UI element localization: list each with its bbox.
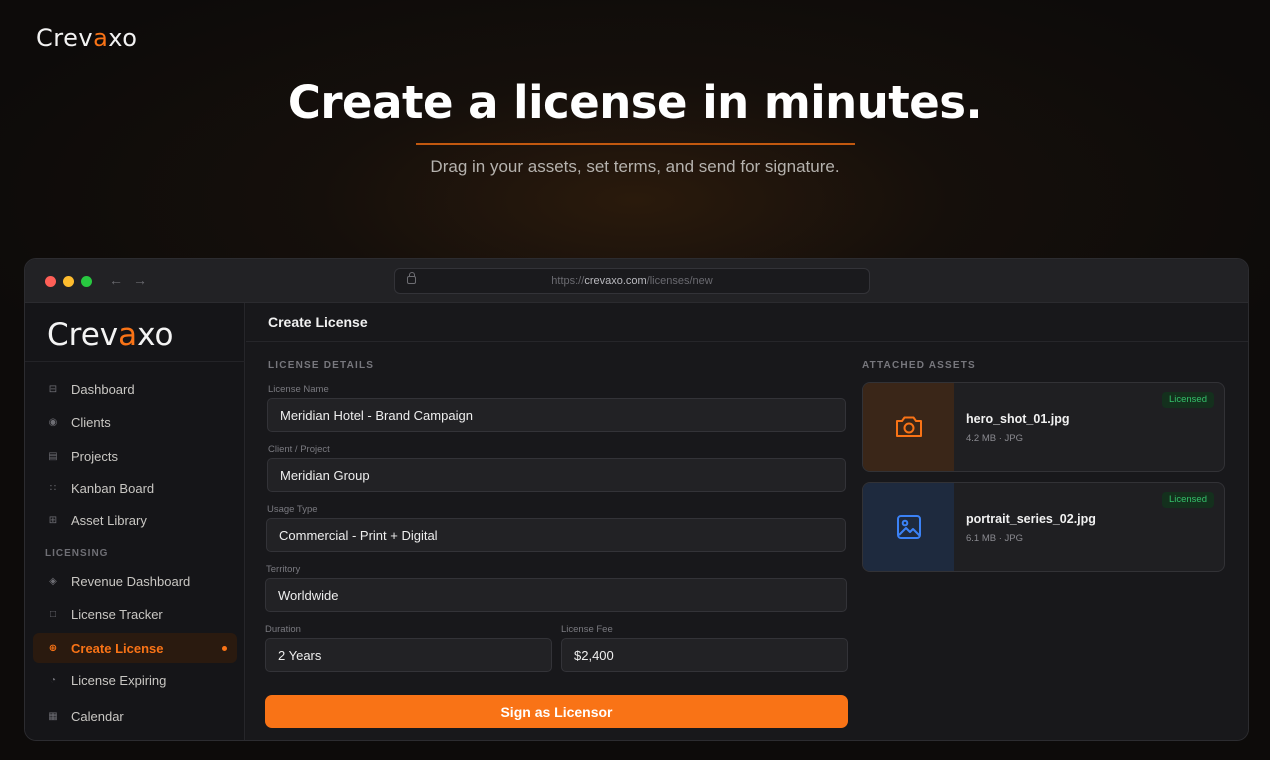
client-project-field[interactable]: Meridian Group (267, 458, 846, 492)
sidebar: Crevaxo ⊟ Dashboard ◉ Clients ▤ Projects… (25, 303, 245, 740)
main-content: Create License LICENSE DETAILS License N… (246, 303, 1248, 740)
page-title: Create License (268, 314, 368, 330)
license-fee-label: License Fee (561, 624, 613, 635)
app-window: ← → https://crevaxo.com/licenses/new Cre… (24, 258, 1249, 741)
dashboard-icon: ⊟ (48, 383, 58, 395)
sidebar-item-license-expiring[interactable]: ◔ License Expiring (33, 665, 237, 695)
sidebar-item-label: Create License (71, 640, 164, 656)
kanban-icon: ∷ (49, 482, 57, 494)
url-text: https://crevaxo.com/licenses/new (551, 275, 713, 287)
asset-library-icon: ⊞ (48, 514, 58, 526)
sidebar-item-label: Clients (71, 414, 111, 430)
section-label-licensing: LICENSING (45, 548, 109, 559)
license-fee-field[interactable]: $2,400 (561, 638, 848, 672)
licensed-badge: Licensed (1161, 392, 1214, 408)
usage-type-label: Usage Type (267, 504, 318, 515)
image-icon (896, 515, 921, 539)
asset-name: portrait_series_02.jpg (966, 512, 1096, 526)
projects-icon: ▤ (48, 450, 58, 462)
clients-icon: ◉ (48, 416, 58, 428)
sidebar-item-kanban-board[interactable]: ∷ Kanban Board (33, 473, 237, 503)
sidebar-item-calendar[interactable]: ▦ Calendar (33, 701, 237, 731)
sidebar-item-dashboard[interactable]: ⊟ Dashboard (33, 374, 237, 404)
maximize-window-button[interactable] (81, 276, 92, 287)
main-header: Create License (246, 303, 1248, 342)
license-name-label: License Name (268, 384, 329, 395)
attached-assets-heading: ATTACHED ASSETS (862, 360, 976, 371)
sidebar-item-projects[interactable]: ▤ Projects (33, 441, 237, 471)
minimize-window-button[interactable] (63, 276, 74, 287)
sidebar-divider (25, 361, 245, 362)
sign-as-licensor-button[interactable]: Sign as Licensor (265, 695, 848, 728)
brand-logo[interactable]: Crevaxo (36, 24, 137, 52)
sidebar-item-label: License Expiring (71, 672, 167, 688)
sidebar-logo[interactable]: Crevaxo (47, 317, 174, 353)
sidebar-item-label: Asset Library (71, 512, 147, 528)
license-details-heading: LICENSE DETAILS (268, 360, 375, 371)
close-window-button[interactable] (45, 276, 56, 287)
create-license-icon: ⊕ (48, 642, 58, 654)
duration-field[interactable]: 2 Years (265, 638, 552, 672)
hero-title: Create a license in minutes. (287, 76, 983, 129)
asset-card[interactable]: hero_shot_01.jpg 4.2 MB · JPG Licensed (862, 382, 1225, 472)
asset-meta: 6.1 MB · JPG (966, 533, 1024, 544)
usage-type-field[interactable]: Commercial - Print + Digital (266, 518, 846, 552)
asset-meta: 4.2 MB · JPG (966, 433, 1024, 444)
revenue-icon: ◈ (49, 575, 57, 587)
url-bar[interactable]: https://crevaxo.com/licenses/new (394, 268, 870, 294)
sidebar-item-label: Dashboard (71, 381, 135, 397)
asset-name: hero_shot_01.jpg (966, 412, 1070, 426)
sidebar-item-license-tracker[interactable]: □ License Tracker (33, 599, 237, 629)
sidebar-item-label: Calendar (71, 708, 124, 724)
client-project-label: Client / Project (268, 444, 330, 455)
sidebar-item-label: Revenue Dashboard (71, 573, 191, 589)
sidebar-item-revenue-dashboard[interactable]: ◈ Revenue Dashboard (33, 566, 237, 596)
asset-thumbnail (863, 483, 954, 571)
sidebar-item-label: Kanban Board (71, 480, 155, 496)
active-indicator-dot (222, 646, 227, 651)
territory-field[interactable]: Worldwide (265, 578, 847, 612)
clock-icon: ◔ (49, 674, 57, 686)
license-name-field[interactable]: Meridian Hotel - Brand Campaign (267, 398, 846, 432)
sidebar-item-clients[interactable]: ◉ Clients (33, 407, 237, 437)
hero-subtitle: Drag in your assets, set terms, and send… (430, 157, 840, 176)
arrow-right-icon[interactable]: → (133, 272, 147, 288)
licensed-badge: Licensed (1161, 492, 1214, 508)
asset-thumbnail (863, 383, 954, 471)
duration-label: Duration (265, 624, 301, 635)
sidebar-item-label: Projects (71, 448, 118, 464)
arrow-left-icon[interactable]: ← (109, 272, 123, 288)
asset-card[interactable]: portrait_series_02.jpg 6.1 MB · JPG Lice… (862, 482, 1225, 572)
calendar-icon: ▦ (48, 710, 58, 722)
territory-label: Territory (266, 564, 301, 575)
camera-icon (895, 416, 922, 437)
sidebar-item-create-license[interactable]: ⊕ Create License (33, 633, 237, 663)
browser-titlebar: ← → https://crevaxo.com/licenses/new (25, 259, 1248, 303)
tracker-icon: □ (49, 608, 57, 620)
hero-divider (416, 143, 855, 145)
sidebar-item-label: License Tracker (71, 606, 163, 622)
sidebar-item-asset-library[interactable]: ⊞ Asset Library (33, 505, 237, 535)
